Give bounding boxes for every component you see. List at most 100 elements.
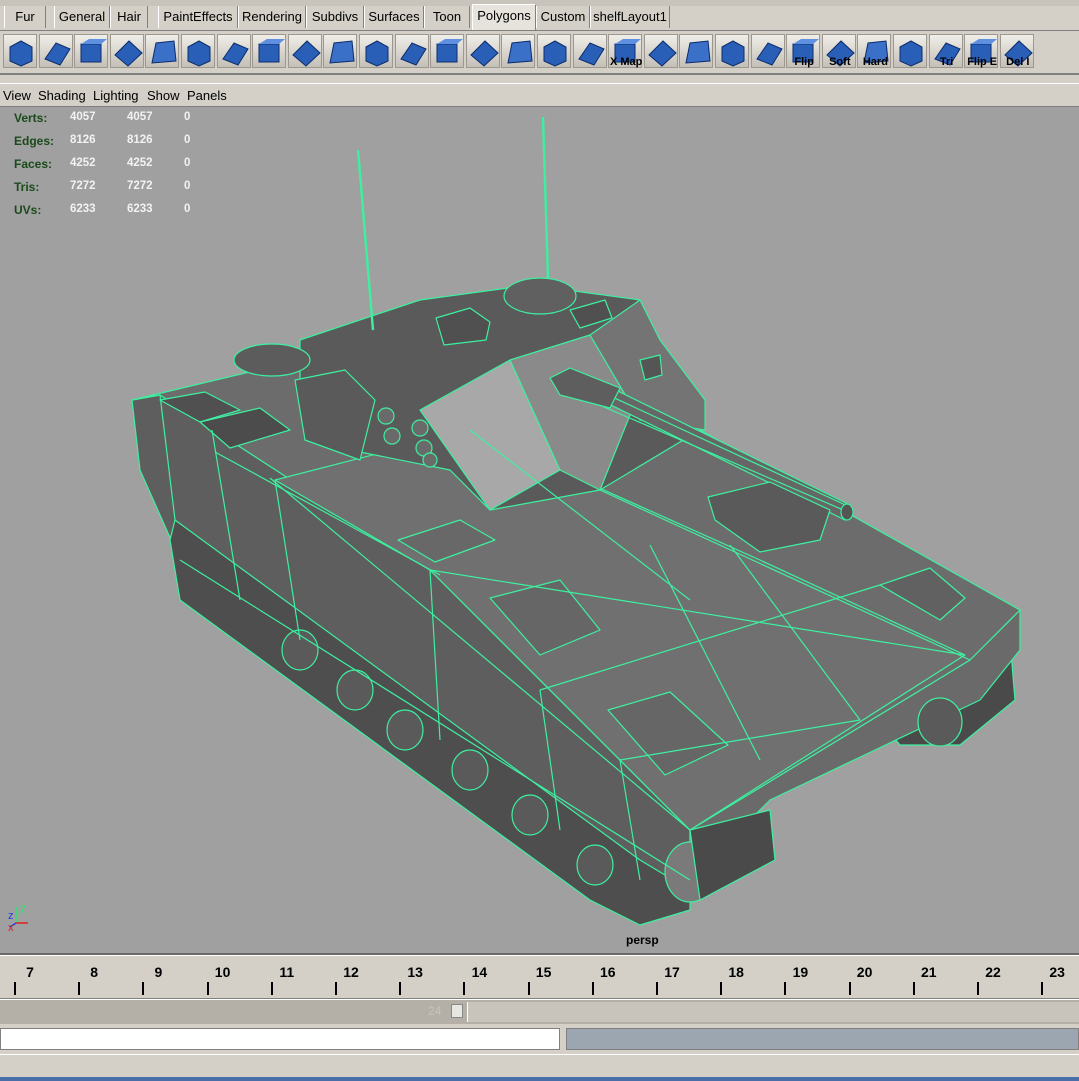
shelf-button-24[interactable]: Soft xyxy=(821,34,856,68)
extrude-edge-icon xyxy=(187,40,211,67)
shelf-button-4[interactable] xyxy=(109,34,144,68)
shelf-button-label: Hard xyxy=(862,56,888,68)
menu-view[interactable]: View xyxy=(3,88,31,103)
shelf-button-27[interactable]: Tri xyxy=(928,34,963,68)
tab-fur[interactable]: Fur xyxy=(4,6,46,28)
frame-tick xyxy=(78,982,81,995)
frame-tick xyxy=(335,982,337,995)
shelf-button-7[interactable] xyxy=(216,34,251,68)
tab-toon[interactable]: Toon xyxy=(424,6,470,28)
frame-tick xyxy=(142,982,145,995)
shelf-button-3[interactable] xyxy=(74,34,109,68)
camera-name-label: persp xyxy=(626,933,659,947)
tank-left-dome xyxy=(233,343,311,377)
hud-value: 6233 xyxy=(127,203,153,215)
frame-number: 14 xyxy=(471,964,488,980)
menu-shading[interactable]: Shading xyxy=(38,88,86,103)
shelf-button-11[interactable] xyxy=(359,34,393,68)
append-polygon-icon xyxy=(80,39,108,63)
hud-value: 4057 xyxy=(127,111,153,123)
shelf-button-10[interactable] xyxy=(323,34,358,68)
frame-number: 19 xyxy=(792,964,809,980)
frame-tick xyxy=(912,982,915,995)
tab-custom[interactable]: Custom xyxy=(536,6,590,28)
frame-number: 10 xyxy=(214,964,231,980)
tab-general[interactable]: General xyxy=(54,6,110,28)
shelf-button-22[interactable] xyxy=(750,34,785,68)
frame-number: 21 xyxy=(921,964,937,980)
frame-number: 8 xyxy=(90,964,99,980)
frame-tick xyxy=(1041,982,1044,995)
tab-shelflayout1[interactable]: shelfLayout1 xyxy=(590,6,670,28)
shelf-button-23[interactable]: Flip xyxy=(786,34,821,68)
shelf-tab-bar: Fur General Hair PaintEffects Rendering … xyxy=(0,0,1079,31)
merge-vertices-icon xyxy=(258,39,286,63)
extrude-face-icon xyxy=(151,40,177,64)
frame-tick xyxy=(977,982,979,995)
command-line xyxy=(0,1026,1079,1052)
frame-number: 22 xyxy=(985,964,1001,980)
range-start-area xyxy=(0,1002,465,1022)
perspective-viewport[interactable]: Verts: 4057 4057 0 Edges: 8126 8126 0 Fa… xyxy=(0,107,1079,955)
frame-number: 12 xyxy=(343,964,359,980)
frame-number: 16 xyxy=(600,964,616,980)
tank-right-dome xyxy=(503,277,577,315)
frame-tick xyxy=(463,982,466,995)
sphere-map-icon xyxy=(685,40,711,64)
axis-gizmo-icon: y z x xyxy=(8,902,28,931)
uv-editor-icon xyxy=(755,42,783,66)
shelf-button-18[interactable]: X Map xyxy=(608,34,642,68)
menu-show[interactable]: Show xyxy=(147,88,180,103)
menu-panels[interactable]: Panels xyxy=(187,88,227,103)
range-slider-bar[interactable] xyxy=(467,1002,1079,1022)
menu-lighting[interactable]: Lighting xyxy=(93,88,139,103)
shelf-button-1[interactable] xyxy=(3,34,37,68)
tab-painteffects[interactable]: PaintEffects xyxy=(158,6,238,28)
shelf-button-25[interactable]: Hard xyxy=(857,34,892,68)
hud-value: 0 xyxy=(184,157,191,169)
shelf-button-label: Tri xyxy=(939,56,954,68)
hud-value: 0 xyxy=(184,203,191,215)
tab-polygons[interactable]: Polygons xyxy=(472,4,536,30)
shelf-button-12[interactable] xyxy=(394,34,429,68)
shelf-button-6[interactable] xyxy=(181,34,215,68)
shelf-button-17[interactable] xyxy=(572,34,607,68)
hud-label: Verts: xyxy=(14,111,48,125)
shelf-divider xyxy=(0,75,1079,84)
range-slider: 24 xyxy=(0,999,1079,1024)
command-input[interactable] xyxy=(0,1028,560,1050)
shelf-button-2[interactable] xyxy=(38,34,73,68)
frame-tick xyxy=(14,982,16,995)
shelf-button-19[interactable] xyxy=(643,34,678,68)
tab-subdivs[interactable]: Subdivs xyxy=(306,6,364,28)
shelf-button-14[interactable] xyxy=(465,34,500,68)
taskbar-strip xyxy=(0,1077,1079,1081)
hud-label: Faces: xyxy=(14,157,53,171)
shelf-button-28[interactable]: Flip E xyxy=(964,34,999,68)
shelf-button-13[interactable] xyxy=(430,34,465,68)
tab-surfaces[interactable]: Surfaces xyxy=(364,6,424,28)
shelf-button-21[interactable] xyxy=(715,34,749,68)
frame-number: 13 xyxy=(407,964,423,980)
help-line xyxy=(0,1054,1079,1081)
tank-antenna-right xyxy=(541,116,550,279)
shelf-button-8[interactable] xyxy=(252,34,287,68)
range-end-field[interactable] xyxy=(451,1004,463,1018)
tab-hair[interactable]: Hair xyxy=(110,6,148,28)
tab-rendering[interactable]: Rendering xyxy=(238,6,306,28)
hud-value: 7272 xyxy=(70,180,96,192)
time-slider[interactable]: 7 8 9 10 11 12 13 14 15 16 17 18 19 20 21 22 23 xyxy=(0,955,1079,999)
shelf-button-16[interactable] xyxy=(537,34,571,68)
shelf-button-26[interactable] xyxy=(893,34,927,68)
frame-tick xyxy=(591,982,594,995)
frame-tick xyxy=(848,982,851,995)
shelf-button-29[interactable]: Del I xyxy=(999,34,1034,68)
shelf-button-20[interactable] xyxy=(679,34,714,68)
shelf-button-label: Flip xyxy=(794,56,814,68)
frame-tick xyxy=(206,982,209,995)
shelf-button-5[interactable] xyxy=(145,34,180,68)
axis-x-label: x xyxy=(8,922,14,931)
shelf-button-9[interactable] xyxy=(287,34,322,68)
uv-layout-icon xyxy=(577,42,605,66)
shelf-button-15[interactable] xyxy=(501,34,536,68)
